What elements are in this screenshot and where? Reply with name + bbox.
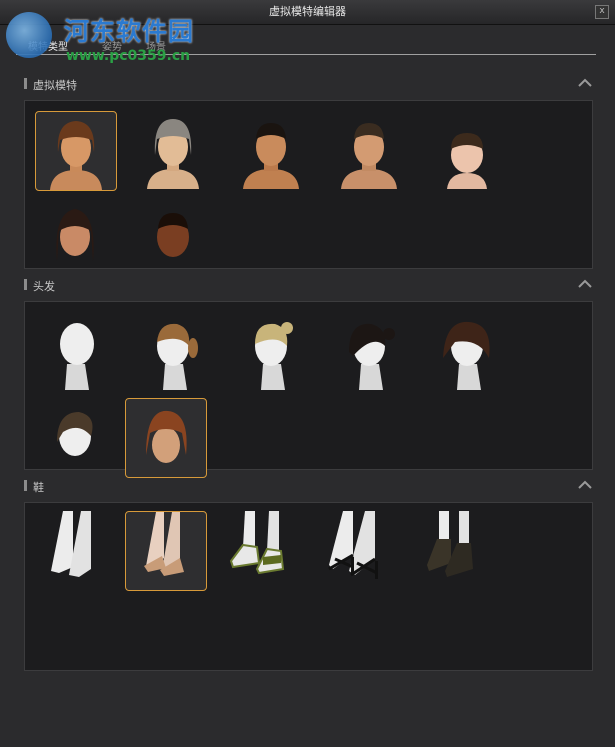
hair-thumb-bob-auburn[interactable] [125,398,207,478]
model-thumb-child-boy[interactable] [427,111,507,189]
hair-thumb-short-dark[interactable] [35,392,115,470]
model-thumb-male-caucasian[interactable] [329,111,409,189]
hair-thumb-bob-dark-brown[interactable] [427,312,507,390]
model-thumb-female-short-brown[interactable] [35,111,117,191]
models-panel [24,100,593,269]
window-title: 虚拟模特编辑器 [269,5,346,18]
model-thumb-female-gray-bob[interactable] [133,111,213,189]
shoe-thumb-green-sneakers[interactable] [223,511,303,589]
chevron-up-icon[interactable] [576,276,594,292]
hair-thumb-bun-black[interactable] [329,312,409,390]
watermark-site-name: 河东软件园 [64,17,195,46]
hair-thumb-bald[interactable] [35,312,115,390]
shoe-thumb-black-ankle-boots[interactable] [419,511,499,589]
model-thumb-male-asian[interactable] [231,111,311,189]
section-title-hair: 头发 [33,280,55,293]
close-button[interactable]: x [595,5,609,19]
watermark-logo-icon [6,12,52,58]
chevron-up-icon[interactable] [576,75,594,91]
close-icon: x [599,6,605,16]
chevron-up-icon[interactable] [576,477,594,493]
hair-panel [24,301,593,478]
hair-thumb-ponytail-brown[interactable] [133,312,213,390]
hair-thumb-bun-blonde[interactable] [231,312,311,390]
section-header-shoes[interactable]: 鞋 [24,478,594,496]
section-marker [24,279,27,290]
section-title-shoes: 鞋 [33,481,44,494]
shoes-panel [24,502,593,671]
section-title-models: 虚拟模特 [33,79,77,92]
model-thumb-male-dark-skin[interactable] [133,191,213,269]
shoe-thumb-black-strappy-sandals[interactable] [321,511,401,589]
watermark: 河东软件园 www.pc0359.cn [4,8,214,68]
section-header-models[interactable]: 虚拟模特 [24,76,594,94]
section-marker [24,78,27,89]
shoe-thumb-nude-heels[interactable] [125,511,207,591]
section-header-hair[interactable]: 头发 [24,277,594,295]
shoe-thumb-barefoot[interactable] [35,511,115,589]
watermark-url: www.pc0359.cn [66,48,191,64]
model-thumb-female-dark-hair[interactable] [35,191,115,269]
section-marker [24,480,27,491]
